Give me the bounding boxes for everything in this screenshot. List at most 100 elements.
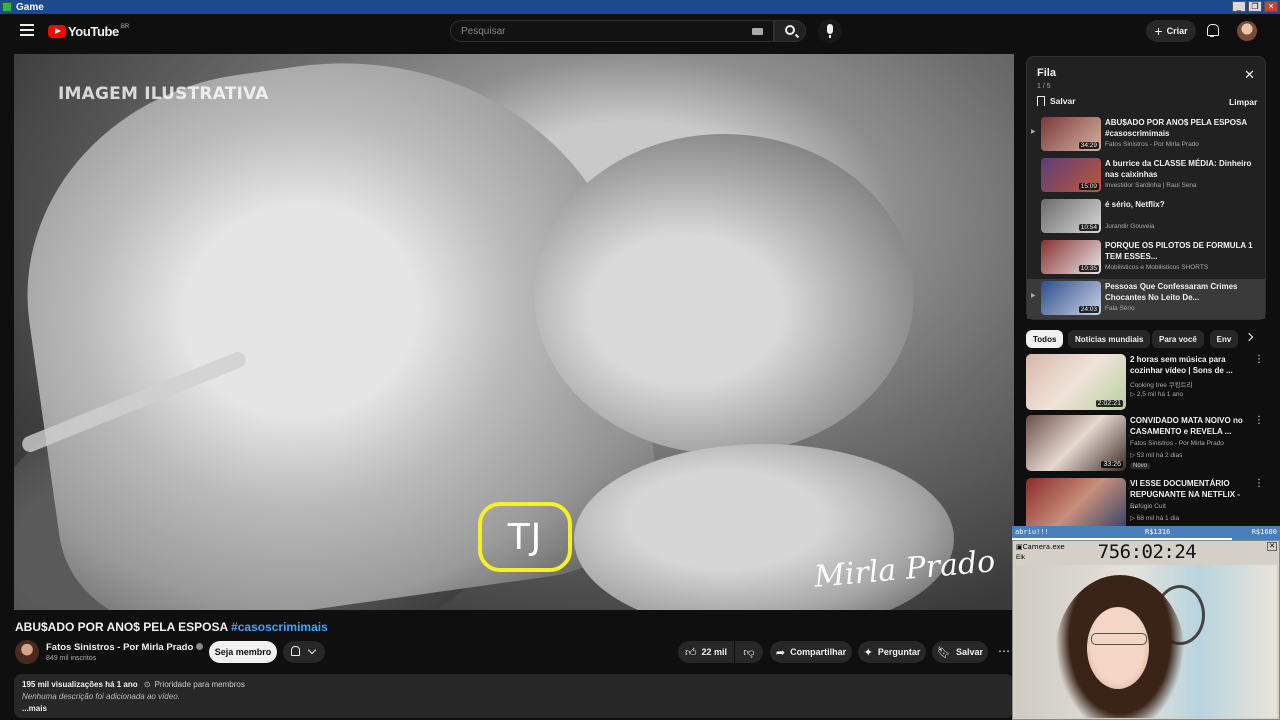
webcam-glasses	[1091, 633, 1147, 645]
dislike-button[interactable]: 👎︎	[735, 641, 763, 663]
bell-icon	[291, 646, 300, 656]
queue-clear-button[interactable]: Limpar	[1229, 97, 1257, 107]
duration-badge: 2:02:21	[1095, 400, 1123, 407]
chip-para-voce[interactable]: Para você	[1152, 330, 1204, 348]
save-button[interactable]: 🔖︎ Salvar	[932, 641, 988, 663]
queue-title: Fila	[1037, 67, 1056, 79]
show-more-link[interactable]: ...mais	[22, 703, 1006, 715]
upload-age: há 1 ano	[105, 680, 138, 689]
search-input[interactable]	[451, 25, 741, 37]
now-playing-icon: ▶	[1031, 293, 1036, 299]
recommended-thumbnail: 33:26	[1026, 415, 1126, 471]
queue-item-title: Pessoas Que Confessaram Crimes Chocantes…	[1105, 282, 1238, 302]
hamburger-menu-icon[interactable]	[20, 24, 34, 36]
more-actions-icon[interactable]: ⋯	[998, 644, 1010, 658]
queue-save-label: Salvar	[1050, 96, 1076, 106]
recommended-title: CONVIDADO MATA NOIVO no CASAMENTO e REVE…	[1130, 416, 1243, 436]
queue-item-title: ABU$ADO POR ANO$ PELA ESPOSA #casoscrimi…	[1105, 118, 1247, 138]
recommended-thumbnail: 2:02:21	[1026, 354, 1126, 410]
save-label: Salvar	[955, 647, 983, 657]
chevron-right-icon[interactable]	[1244, 332, 1254, 342]
keyboard-icon[interactable]	[752, 28, 763, 35]
voice-search-button[interactable]	[818, 19, 842, 43]
game-icon	[2, 2, 12, 12]
subscription-bell-button[interactable]	[283, 641, 325, 663]
chip-noticias-mundiais[interactable]: Notícias mundiais	[1068, 330, 1151, 348]
recommended-meta: ▷ 2,5 mil há 1 ano	[1130, 391, 1184, 398]
new-badge: Novo	[1130, 463, 1151, 469]
youtube-logo[interactable]: YouTube BR	[48, 24, 129, 39]
recommended-channel: Refúgio Cult	[1130, 503, 1166, 510]
more-options-icon[interactable]: ⋮	[1254, 415, 1264, 426]
queue-item-channel: Fala Sério	[1105, 305, 1135, 312]
queue-item-channel: Fatos Sinistros - Por Mirla Prado	[1105, 141, 1199, 148]
minimize-button[interactable]: _	[1232, 1, 1246, 12]
search-icon	[785, 25, 795, 35]
webcam-person-face	[1087, 607, 1149, 689]
recommended-channel: Cooking tree 쿠킹트리	[1130, 382, 1193, 389]
recommended-meta: ▷ 53 mil há 2 dias	[1130, 452, 1183, 459]
maximize-button[interactable]: ❐	[1248, 1, 1262, 12]
camera-window[interactable]: ▣Camera.exe ✕ Elk 756:02:24	[1012, 540, 1280, 720]
channel-name-text[interactable]: Fatos Sinistros - Por Mirla Prado	[46, 642, 193, 653]
queue-item[interactable]: 10:35 PORQUE OS PILOTOS DE FORMULA 1 TEM…	[1027, 238, 1265, 278]
create-label: Criar	[1166, 26, 1188, 36]
bookmark-icon: 🔖︎	[937, 645, 951, 659]
search-button[interactable]	[774, 20, 806, 42]
queue-item-channel: Mobilisticos e Mobilisticos SHORTS	[1105, 264, 1209, 271]
share-icon: ➦	[775, 645, 786, 659]
webcam-feed	[1015, 565, 1277, 718]
thumbs-up-icon: 👍︎	[684, 645, 697, 659]
queue-item[interactable]: 10:54 é sério, Netflix? Jurandir Gouveia	[1027, 197, 1265, 237]
ask-button[interactable]: ✦ Perguntar	[858, 641, 926, 663]
more-options-icon[interactable]: ⋮	[1254, 354, 1264, 365]
queue-thumbnail: 10:54	[1041, 199, 1101, 233]
channel-avatar[interactable]	[15, 640, 39, 664]
create-button[interactable]: + Criar	[1146, 20, 1196, 42]
close-icon[interactable]: ✕	[1244, 69, 1255, 82]
chip-env[interactable]: Env	[1210, 330, 1238, 348]
queue-panel: Fila 1 / 5 ✕ Salvar Limpar ▶ 34:29 ABU$A…	[1026, 56, 1266, 320]
search-box[interactable]	[450, 20, 774, 42]
plus-icon: +	[1154, 23, 1163, 39]
filter-chips: Todos Notícias mundiais Para você Env	[1026, 330, 1266, 348]
recommended-video[interactable]: VI ESSE DOCUMENTÁRIO REPUGNANTE NA NETFL…	[1026, 478, 1270, 526]
more-options-icon[interactable]: ⋮	[1254, 478, 1264, 489]
video-frame-baby	[534, 134, 914, 454]
priority-label: Prioridade para membros	[154, 680, 245, 689]
recommended-video[interactable]: 33:26 CONVIDADO MATA NOIVO no CASAMENTO …	[1026, 415, 1270, 473]
ask-label: Perguntar	[877, 647, 921, 657]
description-box[interactable]: 195 mil visualizações há 1 ano ⊙ Priorida…	[14, 674, 1014, 718]
like-button[interactable]: 👍︎ 22 mil	[678, 641, 734, 663]
chevron-down-icon	[307, 645, 317, 655]
account-avatar[interactable]	[1237, 21, 1257, 41]
queue-thumbnail: 24:03	[1041, 281, 1101, 315]
queue-thumbnail: 15:09	[1041, 158, 1101, 192]
queue-item-title: é sério, Netflix?	[1105, 200, 1165, 209]
video-hashtag-link[interactable]: #casoscrimimais	[231, 620, 328, 634]
join-membership-button[interactable]: Seja membro	[209, 641, 277, 663]
video-player[interactable]: IMAGEM ILUSTRATIVA TJ Mirla Prado	[14, 54, 1014, 610]
queue-save-button[interactable]: Salvar	[1037, 96, 1076, 106]
recommended-video[interactable]: 2:02:21 2 horas sem música para cozinhar…	[1026, 354, 1270, 412]
duration-badge: 24:03	[1078, 306, 1099, 313]
donation-label: abriu!!!	[1015, 528, 1049, 536]
top-bar: YouTube BR + Criar	[0, 14, 1280, 48]
like-count: 22 mil	[701, 647, 727, 657]
queue-item-title: A burrice da CLASSE MÉDIA: Dinheiro nas …	[1105, 159, 1252, 179]
verified-icon	[196, 643, 204, 650]
priority-icon: ⊙	[143, 680, 151, 689]
queue-item[interactable]: 15:09 A burrice da CLASSE MÉDIA: Dinheir…	[1027, 156, 1265, 196]
duration-badge: 10:54	[1078, 224, 1099, 231]
notifications-bell-icon[interactable]	[1206, 23, 1219, 37]
video-channel-logo: TJ	[478, 502, 572, 572]
chip-todos[interactable]: Todos	[1026, 330, 1064, 348]
close-window-button[interactable]: ✕	[1264, 1, 1278, 12]
recommended-meta: ▷ 68 mil há 1 dia	[1130, 515, 1180, 522]
channel-name[interactable]: Fatos Sinistros - Por Mirla Prado	[46, 642, 204, 653]
queue-item-current[interactable]: ▶ 24:03 Pessoas Que Confessaram Crimes C…	[1027, 279, 1265, 319]
duration-badge: 33:26	[1101, 461, 1123, 468]
share-button[interactable]: ➦ Compartilhar	[770, 641, 852, 663]
queue-item[interactable]: ▶ 34:29 ABU$ADO POR ANO$ PELA ESPOSA #ca…	[1027, 115, 1265, 155]
description-meta: 195 mil visualizações há 1 ano ⊙ Priorida…	[22, 679, 1006, 691]
